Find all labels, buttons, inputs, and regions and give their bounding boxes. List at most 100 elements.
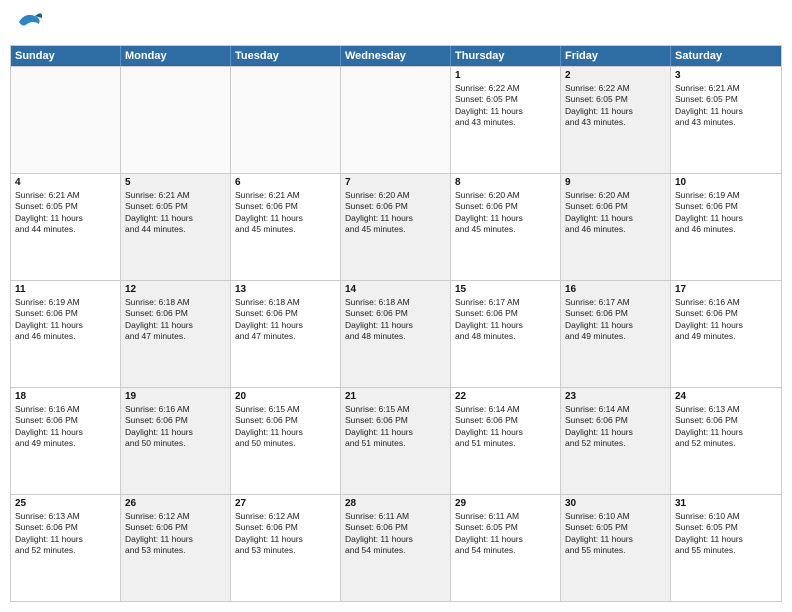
cal-cell: 10Sunrise: 6:19 AMSunset: 6:06 PMDayligh… bbox=[671, 174, 781, 280]
cal-cell: 9 Sunrise: 6:20 AMSunset: 6:06 PMDaylight… bbox=[561, 174, 671, 280]
day-info: Sunrise: 6:18 AMSunset: 6:06 PMDaylight:… bbox=[125, 297, 226, 343]
day-number: 23 bbox=[565, 391, 666, 402]
cal-cell bbox=[231, 67, 341, 173]
cal-header-friday: Friday bbox=[561, 46, 671, 66]
cal-cell: 14 Sunrise: 6:18 AMSunset: 6:06 PMDayligh… bbox=[341, 281, 451, 387]
page: SundayMondayTuesdayWednesdayThursdayFrid… bbox=[0, 0, 792, 612]
day-number: 31 bbox=[675, 498, 777, 509]
day-number: 9 bbox=[565, 177, 666, 188]
day-info: Sunrise: 6:22 AMSunset: 6:05 PMDaylight:… bbox=[565, 83, 666, 129]
day-info: Sunrise: 6:13 AMSunset: 6:06 PMDaylight:… bbox=[15, 511, 116, 557]
day-info: Sunrise: 6:16 AMSunset: 6:06 PMDaylight:… bbox=[15, 404, 116, 450]
day-number: 29 bbox=[455, 498, 556, 509]
calendar-body: 1 Sunrise: 6:22 AMSunset: 6:05 PMDaylight… bbox=[11, 66, 781, 601]
day-info: Sunrise: 6:10 AMSunset: 6:05 PMDaylight:… bbox=[565, 511, 666, 557]
day-info: Sunrise: 6:18 AMSunset: 6:06 PMDaylight:… bbox=[235, 297, 336, 343]
cal-cell: 13 Sunrise: 6:18 AMSunset: 6:06 PMDayligh… bbox=[231, 281, 341, 387]
cal-cell: 29 Sunrise: 6:11 AMSunset: 6:05 PMDayligh… bbox=[451, 495, 561, 601]
day-number: 15 bbox=[455, 284, 556, 295]
cal-cell: 27Sunrise: 6:12 AMSunset: 6:06 PMDayligh… bbox=[231, 495, 341, 601]
day-number: 20 bbox=[235, 391, 336, 402]
day-number: 5 bbox=[125, 177, 226, 188]
day-number: 25 bbox=[15, 498, 116, 509]
day-info: Sunrise: 6:14 AMSunset: 6:06 PMDaylight:… bbox=[565, 404, 666, 450]
cal-row-1: 1 Sunrise: 6:22 AMSunset: 6:05 PMDaylight… bbox=[11, 66, 781, 173]
day-info: Sunrise: 6:15 AMSunset: 6:06 PMDaylight:… bbox=[235, 404, 336, 450]
day-number: 11 bbox=[15, 284, 116, 295]
day-number: 18 bbox=[15, 391, 116, 402]
cal-cell: 15Sunrise: 6:17 AMSunset: 6:06 PMDayligh… bbox=[451, 281, 561, 387]
cal-cell: 21 Sunrise: 6:15 AMSunset: 6:06 PMDayligh… bbox=[341, 388, 451, 494]
cal-cell: 1Sunrise: 6:22 AMSunset: 6:05 PMDaylight… bbox=[451, 67, 561, 173]
day-number: 12 bbox=[125, 284, 226, 295]
cal-cell: 17 Sunrise: 6:16 AMSunset: 6:06 PMDayligh… bbox=[671, 281, 781, 387]
cal-cell: 11Sunrise: 6:19 AMSunset: 6:06 PMDayligh… bbox=[11, 281, 121, 387]
day-number: 16 bbox=[565, 284, 666, 295]
day-info: Sunrise: 6:13 AMSunset: 6:06 PMDaylight:… bbox=[675, 404, 777, 450]
day-info: Sunrise: 6:21 AMSunset: 6:05 PMDaylight:… bbox=[15, 190, 116, 236]
day-info: Sunrise: 6:16 AMSunset: 6:06 PMDaylight:… bbox=[675, 297, 777, 343]
day-info: Sunrise: 6:11 AMSunset: 6:05 PMDaylight:… bbox=[455, 511, 556, 557]
day-info: Sunrise: 6:12 AMSunset: 6:06 PMDaylight:… bbox=[125, 511, 226, 557]
day-info: Sunrise: 6:21 AMSunset: 6:05 PMDaylight:… bbox=[675, 83, 777, 129]
cal-cell: 19Sunrise: 6:16 AMSunset: 6:06 PMDayligh… bbox=[121, 388, 231, 494]
cal-cell: 25 Sunrise: 6:13 AMSunset: 6:06 PMDayligh… bbox=[11, 495, 121, 601]
cal-header-saturday: Saturday bbox=[671, 46, 781, 66]
day-info: Sunrise: 6:10 AMSunset: 6:05 PMDaylight:… bbox=[675, 511, 777, 557]
cal-cell: 7 Sunrise: 6:20 AMSunset: 6:06 PMDaylight… bbox=[341, 174, 451, 280]
day-info: Sunrise: 6:21 AMSunset: 6:06 PMDaylight:… bbox=[235, 190, 336, 236]
day-info: Sunrise: 6:14 AMSunset: 6:06 PMDaylight:… bbox=[455, 404, 556, 450]
cal-cell: 6 Sunrise: 6:21 AMSunset: 6:06 PMDaylight… bbox=[231, 174, 341, 280]
cal-cell: 18 Sunrise: 6:16 AMSunset: 6:06 PMDayligh… bbox=[11, 388, 121, 494]
day-info: Sunrise: 6:15 AMSunset: 6:06 PMDaylight:… bbox=[345, 404, 446, 450]
day-number: 2 bbox=[565, 70, 666, 81]
day-number: 3 bbox=[675, 70, 777, 81]
cal-cell: 4Sunrise: 6:21 AMSunset: 6:05 PMDaylight… bbox=[11, 174, 121, 280]
day-number: 8 bbox=[455, 177, 556, 188]
cal-cell bbox=[341, 67, 451, 173]
cal-cell: 2 Sunrise: 6:22 AMSunset: 6:05 PMDaylight… bbox=[561, 67, 671, 173]
day-number: 22 bbox=[455, 391, 556, 402]
logo-bird-icon bbox=[15, 10, 43, 37]
cal-header-monday: Monday bbox=[121, 46, 231, 66]
cal-header-tuesday: Tuesday bbox=[231, 46, 341, 66]
cal-row-5: 25 Sunrise: 6:13 AMSunset: 6:06 PMDayligh… bbox=[11, 494, 781, 601]
day-number: 14 bbox=[345, 284, 446, 295]
cal-header-sunday: Sunday bbox=[11, 46, 121, 66]
day-info: Sunrise: 6:20 AMSunset: 6:06 PMDaylight:… bbox=[565, 190, 666, 236]
cal-cell: 31 Sunrise: 6:10 AMSunset: 6:05 PMDayligh… bbox=[671, 495, 781, 601]
logo bbox=[10, 10, 43, 37]
cal-cell bbox=[121, 67, 231, 173]
header bbox=[10, 10, 782, 37]
day-number: 1 bbox=[455, 70, 556, 81]
cal-cell: 8 Sunrise: 6:20 AMSunset: 6:06 PMDaylight… bbox=[451, 174, 561, 280]
cal-cell: 26Sunrise: 6:12 AMSunset: 6:06 PMDayligh… bbox=[121, 495, 231, 601]
day-number: 7 bbox=[345, 177, 446, 188]
cal-cell: 3 Sunrise: 6:21 AMSunset: 6:05 PMDaylight… bbox=[671, 67, 781, 173]
cal-cell: 12 Sunrise: 6:18 AMSunset: 6:06 PMDayligh… bbox=[121, 281, 231, 387]
day-number: 19 bbox=[125, 391, 226, 402]
day-info: Sunrise: 6:12 AMSunset: 6:06 PMDaylight:… bbox=[235, 511, 336, 557]
cal-header-thursday: Thursday bbox=[451, 46, 561, 66]
cal-header-wednesday: Wednesday bbox=[341, 46, 451, 66]
cal-cell: 24 Sunrise: 6:13 AMSunset: 6:06 PMDayligh… bbox=[671, 388, 781, 494]
cal-cell: 23 Sunrise: 6:14 AMSunset: 6:06 PMDayligh… bbox=[561, 388, 671, 494]
cal-cell bbox=[11, 67, 121, 173]
calendar: SundayMondayTuesdayWednesdayThursdayFrid… bbox=[10, 45, 782, 602]
cal-cell: 16Sunrise: 6:17 AMSunset: 6:06 PMDayligh… bbox=[561, 281, 671, 387]
cal-cell: 5 Sunrise: 6:21 AMSunset: 6:05 PMDaylight… bbox=[121, 174, 231, 280]
day-number: 6 bbox=[235, 177, 336, 188]
cal-cell: 22 Sunrise: 6:14 AMSunset: 6:06 PMDayligh… bbox=[451, 388, 561, 494]
day-info: Sunrise: 6:18 AMSunset: 6:06 PMDaylight:… bbox=[345, 297, 446, 343]
day-info: Sunrise: 6:20 AMSunset: 6:06 PMDaylight:… bbox=[455, 190, 556, 236]
day-number: 17 bbox=[675, 284, 777, 295]
day-number: 13 bbox=[235, 284, 336, 295]
day-number: 24 bbox=[675, 391, 777, 402]
calendar-header: SundayMondayTuesdayWednesdayThursdayFrid… bbox=[11, 46, 781, 66]
day-number: 30 bbox=[565, 498, 666, 509]
day-info: Sunrise: 6:11 AMSunset: 6:06 PMDaylight:… bbox=[345, 511, 446, 557]
day-info: Sunrise: 6:21 AMSunset: 6:05 PMDaylight:… bbox=[125, 190, 226, 236]
day-info: Sunrise: 6:20 AMSunset: 6:06 PMDaylight:… bbox=[345, 190, 446, 236]
day-number: 21 bbox=[345, 391, 446, 402]
cal-row-2: 4Sunrise: 6:21 AMSunset: 6:05 PMDaylight… bbox=[11, 173, 781, 280]
